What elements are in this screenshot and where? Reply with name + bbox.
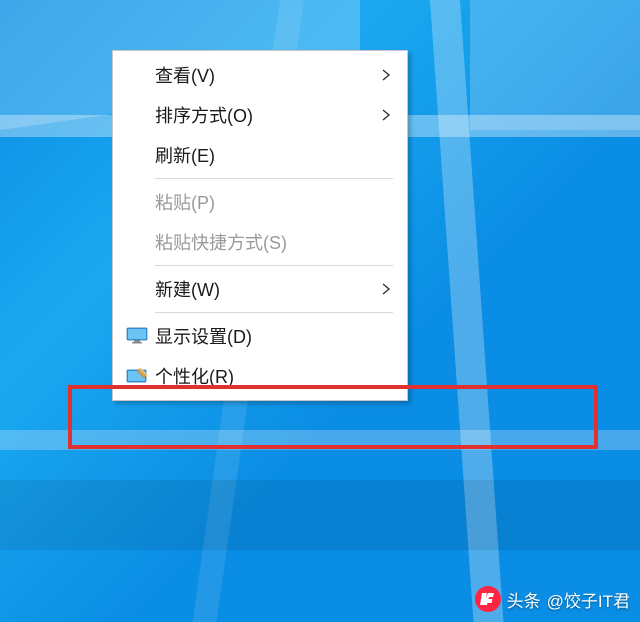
menu-item-label: 个性化(R) (151, 363, 393, 389)
desktop-background[interactable]: 查看(V) 排序方式(O) 刷新(E) 粘贴(P) 粘贴快捷方式(S) (0, 0, 640, 622)
watermark: 头条 @饺子IT君 (475, 586, 630, 612)
menu-item-label: 粘贴快捷方式(S) (151, 229, 393, 255)
menu-item-paste: 粘贴(P) (115, 182, 405, 222)
menu-separator (155, 312, 393, 313)
watermark-handle: @饺子IT君 (547, 587, 630, 612)
menu-separator (155, 178, 393, 179)
monitor-icon (123, 324, 151, 348)
chevron-right-icon (379, 68, 393, 82)
bg-beam (470, 0, 640, 130)
menu-item-label: 排序方式(O) (151, 102, 379, 128)
menu-item-view[interactable]: 查看(V) (115, 55, 405, 95)
menu-item-label: 显示设置(D) (151, 323, 393, 349)
menu-item-paste-shortcut: 粘贴快捷方式(S) (115, 222, 405, 262)
menu-item-icon-placeholder (123, 103, 151, 127)
watermark-prefix: 头条 (507, 587, 541, 612)
desktop-context-menu: 查看(V) 排序方式(O) 刷新(E) 粘贴(P) 粘贴快捷方式(S) (112, 50, 408, 401)
menu-item-label: 粘贴(P) (151, 189, 393, 215)
toutiao-logo-icon (475, 586, 501, 612)
menu-item-label: 查看(V) (151, 62, 379, 88)
menu-item-icon-placeholder (123, 190, 151, 214)
menu-item-personalize[interactable]: 个性化(R) (115, 356, 405, 396)
menu-item-icon-placeholder (123, 230, 151, 254)
menu-item-icon-placeholder (123, 143, 151, 167)
bg-beam (0, 430, 640, 450)
menu-item-refresh[interactable]: 刷新(E) (115, 135, 405, 175)
bg-beam (0, 480, 640, 550)
menu-item-label: 刷新(E) (151, 142, 393, 168)
menu-item-label: 新建(W) (151, 276, 379, 302)
menu-separator (155, 265, 393, 266)
personalize-icon (123, 364, 151, 388)
menu-item-new[interactable]: 新建(W) (115, 269, 405, 309)
chevron-right-icon (379, 108, 393, 122)
chevron-right-icon (379, 282, 393, 296)
menu-item-sort[interactable]: 排序方式(O) (115, 95, 405, 135)
menu-item-icon-placeholder (123, 63, 151, 87)
menu-item-icon-placeholder (123, 277, 151, 301)
menu-item-display-settings[interactable]: 显示设置(D) (115, 316, 405, 356)
